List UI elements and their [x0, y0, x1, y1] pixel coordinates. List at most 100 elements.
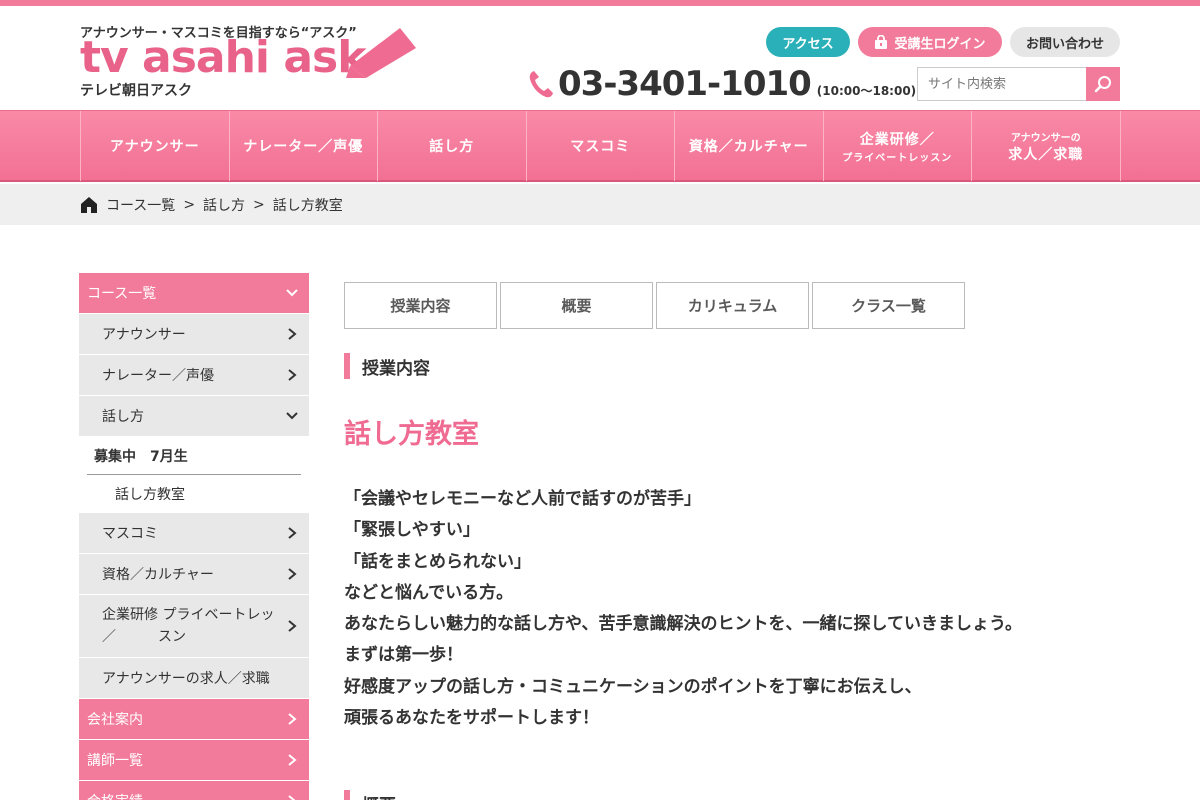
sidebar-label: ナレーター／声優 — [102, 368, 214, 384]
nav-label: アナウンサー — [109, 139, 200, 155]
tab-overview[interactable]: 概要 — [500, 282, 653, 329]
sidebar-label: コース一覧 — [87, 286, 157, 302]
section-heading-lesson-content: 授業内容 — [344, 353, 430, 379]
chevron-right-icon — [288, 568, 297, 580]
sidebar-item-narrator[interactable]: ナレーター／声優 — [79, 355, 309, 395]
home-icon[interactable] — [80, 196, 98, 214]
sidebar-item-announcer-jobs[interactable]: アナウンサーの求人／求職 — [79, 658, 309, 698]
logo-subname: テレビ朝日アスク — [80, 83, 192, 99]
sidebar-label: 話し方 — [102, 409, 144, 425]
sidebar-recruiting-label: 募集中 7月生 — [79, 437, 309, 475]
chevron-down-icon — [286, 289, 298, 297]
nav-label-line1: アナウンサーの — [1010, 132, 1081, 144]
tab-curriculum[interactable]: カリキュラム — [656, 282, 809, 329]
sidebar-item-teachers[interactable]: 講師一覧 — [79, 740, 309, 780]
sidebar-label-line2: ／ スン — [102, 629, 186, 645]
nav-label: ナレーター／声優 — [243, 139, 364, 155]
student-login-label: 受講生ログイン — [894, 36, 986, 52]
description-line: 「会議やセレモニーなど人前で話すのが苦手」 — [344, 489, 701, 509]
sidebar-item-results[interactable]: 合格実績 — [79, 781, 309, 800]
chevron-right-icon — [288, 795, 296, 800]
description-line: まずは第一歩！ — [344, 645, 463, 666]
recruiting-text: 募集中 7月生 — [94, 449, 188, 465]
chevron-right-icon — [288, 754, 297, 766]
sidebar-item-corporate[interactable]: 企業研修 プライベートレッ ／ スン — [79, 595, 309, 657]
sidebar-label: アナウンサーの求人／求職 — [102, 671, 270, 687]
chevron-right-icon — [288, 527, 297, 539]
sidebar-label: 講師一覧 — [87, 753, 143, 769]
nav-item-corporate[interactable]: 企業研修／ プライベートレッスン — [824, 111, 972, 181]
chevron-right-icon — [288, 713, 297, 725]
search-button[interactable] — [1086, 67, 1120, 101]
nav-item-announcer[interactable]: アナウンサー — [81, 111, 230, 181]
nav-item-culture[interactable]: 資格／カルチャー — [675, 111, 824, 181]
chevron-right-icon — [288, 328, 297, 340]
nav-item-narrator[interactable]: ナレーター／声優 — [230, 111, 378, 181]
main-nav: アナウンサー ナレーター／声優 話し方 マスコミ 資格／カルチャー 企業研修／ … — [0, 110, 1200, 182]
sidebar-item-mass-media[interactable]: マスコミ — [79, 513, 309, 553]
description-line: 好感度アップの話し方・コミュニケーションのポイントを丁寧にお伝えし、 — [344, 676, 922, 697]
search-icon — [1094, 76, 1111, 93]
sidebar-label: 資格／カルチャー — [102, 567, 214, 583]
description-line: あなたらしい魅力的な話し方や、苦手意識解決のヒントを、一緒に探していきましょう。 — [344, 614, 1022, 635]
breadcrumb: コース一覧 > 話し方 > 話し方教室 — [0, 184, 1200, 225]
pencil-logo-icon — [346, 28, 416, 78]
sidebar-label: 合格実績 — [87, 791, 143, 800]
lock-icon — [875, 35, 888, 49]
sidebar-label: マスコミ — [102, 526, 158, 542]
tab-label: カリキュラム — [687, 297, 778, 315]
nav-label: 話し方 — [429, 139, 475, 155]
breadcrumb-current: 話し方教室 — [272, 197, 343, 214]
nav-item-speaking[interactable]: 話し方 — [378, 111, 527, 181]
phone-icon — [529, 71, 553, 98]
description-line: 「話をまとめられない」 — [344, 551, 531, 572]
chevron-right-icon — [288, 369, 297, 381]
nav-label-line2: 求人／求職 — [1008, 146, 1084, 163]
nav-item-jobs[interactable]: アナウンサーの 求人／求職 — [972, 111, 1121, 181]
phone-number-text: 03-3401-1010 — [558, 64, 812, 104]
divider — [87, 474, 301, 475]
tab-label: クラス一覧 — [851, 297, 926, 315]
sidebar-label: 企業研修 プライベートレッ ／ スン — [102, 604, 274, 649]
nav-item-mass-media[interactable]: マスコミ — [527, 111, 675, 181]
sidebar: コース一覧 アナウンサー ナレーター／声優 話し方 募集中 7月生 話し方教室 … — [79, 273, 309, 800]
business-hours: (10:00～18:00) — [816, 83, 917, 98]
tab-label: 授業内容 — [390, 297, 451, 315]
contact-button-label: お問い合わせ — [1025, 36, 1104, 52]
breadcrumb-courses[interactable]: コース一覧 — [106, 195, 175, 215]
description-line: 頑張るあなたをサポートします！ — [344, 708, 599, 729]
site-logo[interactable]: アナウンサー・マスコミを目指すなら“アスク” tv asahi ask テレビ朝… — [80, 22, 420, 102]
nav-label-line1: 企業研修／ — [859, 131, 935, 148]
sidebar-item-culture[interactable]: 資格／カルチャー — [79, 554, 309, 594]
student-login-button[interactable]: 受講生ログイン — [858, 27, 1002, 57]
content-tabs: 授業内容 概要 カリキュラム クラス一覧 — [344, 282, 965, 329]
tab-lesson-content[interactable]: 授業内容 — [344, 282, 497, 329]
sidebar-label-line1: 企業研修 プライベートレッ — [102, 606, 275, 623]
breadcrumb-separator: > — [183, 196, 196, 213]
logo-wordmark: tv asahi ask — [80, 32, 366, 83]
breadcrumb-separator: > — [253, 196, 265, 213]
sidebar-item-speaking[interactable]: 話し方 — [79, 396, 309, 436]
sidebar-courses-header[interactable]: コース一覧 — [79, 273, 309, 313]
sidebar-item-announcer[interactable]: アナウンサー — [79, 314, 309, 354]
sidebar-subitem-speaking-class[interactable]: 話し方教室 — [79, 476, 309, 512]
nav-label-line2: プライベートレッスン — [842, 152, 953, 164]
sidebar-label: 話し方教室 — [115, 487, 185, 503]
nav-label: 資格／カルチャー — [688, 139, 809, 155]
sidebar-item-company[interactable]: 会社案内 — [79, 699, 309, 739]
sidebar-label: アナウンサー — [102, 327, 186, 343]
access-button[interactable]: アクセス — [766, 27, 850, 57]
phone-number[interactable]: 03-3401-1010 (10:00～18:00) — [528, 64, 916, 104]
page-title: 話し方教室 — [344, 419, 479, 450]
sidebar-label: 会社案内 — [87, 712, 143, 728]
tab-class-list[interactable]: クラス一覧 — [812, 282, 965, 329]
course-description: 「会議やセレモニーなど人前で話すのが苦手」 「緊張しやすい」 「話をまとめられな… — [344, 484, 1104, 734]
nav-label: マスコミ — [570, 139, 631, 155]
site-search — [917, 67, 1120, 101]
breadcrumb-speaking[interactable]: 話し方 — [203, 195, 245, 215]
description-line: などと悩んでいる方。 — [344, 582, 514, 603]
tab-label: 概要 — [561, 297, 592, 315]
description-line: 「緊張しやすい」 — [344, 520, 480, 541]
search-input[interactable] — [917, 67, 1086, 101]
contact-button[interactable]: お問い合わせ — [1010, 27, 1120, 57]
